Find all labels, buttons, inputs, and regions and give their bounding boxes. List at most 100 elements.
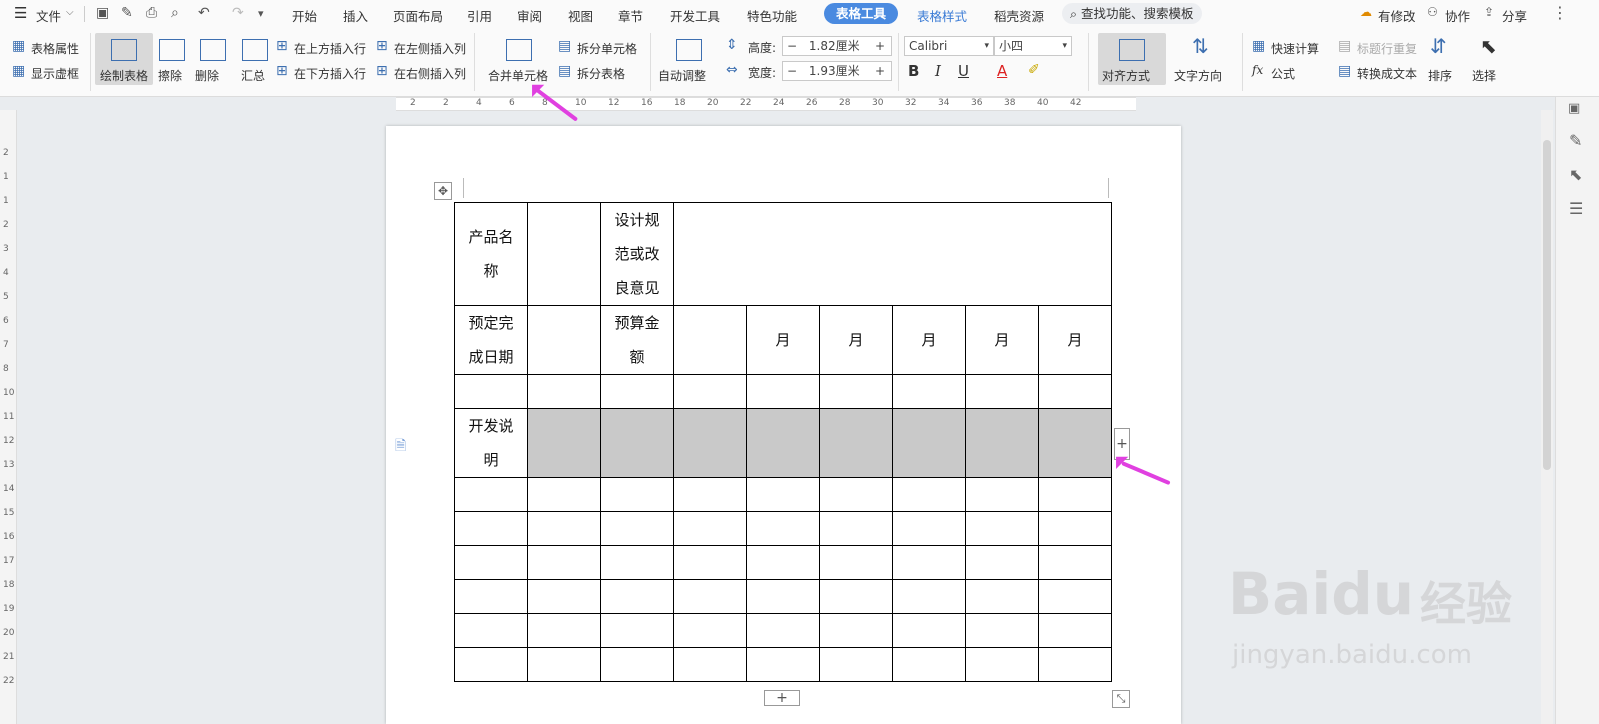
table-cell[interactable] [965, 374, 1039, 409]
table-cell[interactable] [819, 374, 893, 409]
print-icon[interactable]: ⎙ [146, 5, 157, 21]
insert-col-left-button[interactable]: 在左侧插入列 [394, 40, 466, 57]
show-gridlines-button[interactable]: 显示虚框 [31, 65, 79, 82]
table-cell[interactable] [746, 374, 820, 409]
table-cell[interactable] [527, 202, 601, 306]
insert-row-above-icon[interactable]: ⊞ [276, 38, 288, 54]
table-cell[interactable] [454, 374, 528, 409]
collapse-panel-icon[interactable]: ▣ [1568, 101, 1580, 116]
table-cell[interactable]: 预定完成日期 [454, 305, 528, 375]
height-stepper[interactable]: − 1.82厘米 + [782, 36, 892, 56]
table-cell[interactable] [673, 545, 747, 580]
tab-page-layout[interactable]: 页面布局 [393, 6, 443, 25]
insert-col-left-icon[interactable]: ⊞ [376, 38, 388, 54]
width-stepper[interactable]: − 1.93厘米 + [782, 61, 892, 81]
table-cell[interactable] [673, 613, 747, 648]
table-cell[interactable] [1038, 579, 1112, 614]
table-cell[interactable] [527, 545, 601, 580]
underline-icon[interactable]: U [958, 62, 969, 80]
tab-table-tools[interactable]: 表格工具 [824, 3, 898, 24]
table-cell[interactable] [746, 647, 820, 682]
table-cell[interactable] [819, 511, 893, 546]
horizontal-ruler[interactable]: 2 2 4 6 8 10 12 16 18 20 22 24 26 28 30 32 34 36 38 40 42 [396, 97, 1136, 111]
repeat-header-icon[interactable]: ▤ [1338, 38, 1351, 54]
chevron-down-icon[interactable]: ⌵ [66, 7, 74, 18]
settings-sliders-icon[interactable]: ☰ [1569, 199, 1583, 218]
selected-cell[interactable] [746, 408, 820, 478]
table-cell[interactable] [1038, 374, 1112, 409]
edit-pen-icon[interactable]: ✎ [1569, 131, 1582, 150]
table-cell[interactable] [892, 647, 966, 682]
table-cell[interactable] [965, 511, 1039, 546]
more-icon[interactable]: ⋮ [1552, 3, 1568, 22]
tab-developer[interactable]: 开发工具 [670, 6, 720, 25]
insert-col-right-icon[interactable]: ⊞ [376, 63, 388, 79]
select-cursor-icon[interactable]: ⬉ [1480, 34, 1497, 58]
table-cell[interactable] [1038, 647, 1112, 682]
width-value[interactable]: 1.93厘米 [809, 64, 860, 78]
tab-special[interactable]: 特色功能 [747, 6, 797, 25]
table-cell[interactable] [965, 579, 1039, 614]
table-cell[interactable] [454, 511, 528, 546]
table-cell[interactable] [673, 305, 747, 375]
customize-icon[interactable]: ▾ [258, 7, 264, 20]
split-cells-button[interactable]: 拆分单元格 [577, 40, 637, 57]
table-cell[interactable]: 月 [892, 305, 966, 375]
table-cell[interactable] [819, 579, 893, 614]
table-cell[interactable]: 月 [819, 305, 893, 375]
split-cells-icon[interactable]: ▤ [558, 38, 571, 54]
gridlines-icon[interactable]: ▦ [12, 63, 25, 79]
redo-icon[interactable]: ↷ [232, 5, 244, 21]
table-cell[interactable] [673, 374, 747, 409]
share-icon[interactable]: ⇪ [1484, 5, 1494, 19]
file-menu[interactable]: 文件 [36, 6, 61, 25]
table-cell[interactable] [600, 647, 674, 682]
table-properties-icon[interactable]: ▦ [12, 38, 25, 54]
height-value[interactable]: 1.82厘米 [809, 39, 860, 53]
table-cell[interactable] [454, 545, 528, 580]
vertical-ruler[interactable]: 2 1 1 2 3 4 5 6 7 8 10 11 12 13 14 15 16 17 18 19 20 21 22 [0, 110, 17, 724]
table-cell[interactable] [454, 647, 528, 682]
select-cursor-icon[interactable]: ⬉ [1569, 165, 1582, 184]
table-cell[interactable] [892, 613, 966, 648]
insert-col-right-button[interactable]: 在右侧插入列 [394, 65, 466, 82]
table-cell[interactable] [892, 374, 966, 409]
tab-references[interactable]: 引用 [467, 6, 492, 25]
plus-icon[interactable]: + [875, 62, 885, 80]
vertical-scrollbar[interactable] [1541, 110, 1553, 724]
sort-button[interactable]: 排序 [1428, 67, 1452, 84]
format-painter-icon[interactable]: ✎ [121, 5, 133, 21]
align-button[interactable]: 对齐方式 [1098, 33, 1166, 85]
table-cell[interactable] [527, 647, 601, 682]
resize-table-icon[interactable]: ⤡ [1112, 690, 1130, 708]
selected-cell[interactable] [965, 408, 1039, 478]
table-cell[interactable] [600, 374, 674, 409]
minus-icon[interactable]: − [787, 64, 797, 78]
bold-icon[interactable]: B [908, 62, 919, 80]
table-cell[interactable] [600, 511, 674, 546]
table-cell[interactable] [527, 374, 601, 409]
split-table-icon[interactable]: ▤ [558, 63, 571, 79]
table-cell[interactable] [819, 477, 893, 512]
tab-view[interactable]: 视图 [568, 6, 593, 25]
minus-icon[interactable]: − [787, 39, 797, 53]
table-cell[interactable] [819, 545, 893, 580]
table-cell[interactable] [746, 579, 820, 614]
table-cell[interactable] [892, 477, 966, 512]
table-cell[interactable] [746, 545, 820, 580]
table-cell[interactable] [1038, 613, 1112, 648]
tab-review[interactable]: 审阅 [517, 6, 542, 25]
table-cell[interactable] [819, 613, 893, 648]
table-cell[interactable] [892, 545, 966, 580]
convert-text-button[interactable]: 转换成文本 [1357, 65, 1417, 82]
formula-button[interactable]: 公式 [1271, 65, 1295, 82]
table-cell[interactable] [1038, 477, 1112, 512]
table-cell[interactable] [965, 647, 1039, 682]
table-cell[interactable] [673, 477, 747, 512]
table-cell[interactable] [527, 613, 601, 648]
table-cell[interactable] [819, 647, 893, 682]
undo-icon[interactable]: ↶ [198, 5, 210, 21]
selected-cell[interactable] [819, 408, 893, 478]
selected-cell[interactable] [527, 408, 601, 478]
cloud-icon[interactable]: ☁ [1360, 5, 1372, 19]
